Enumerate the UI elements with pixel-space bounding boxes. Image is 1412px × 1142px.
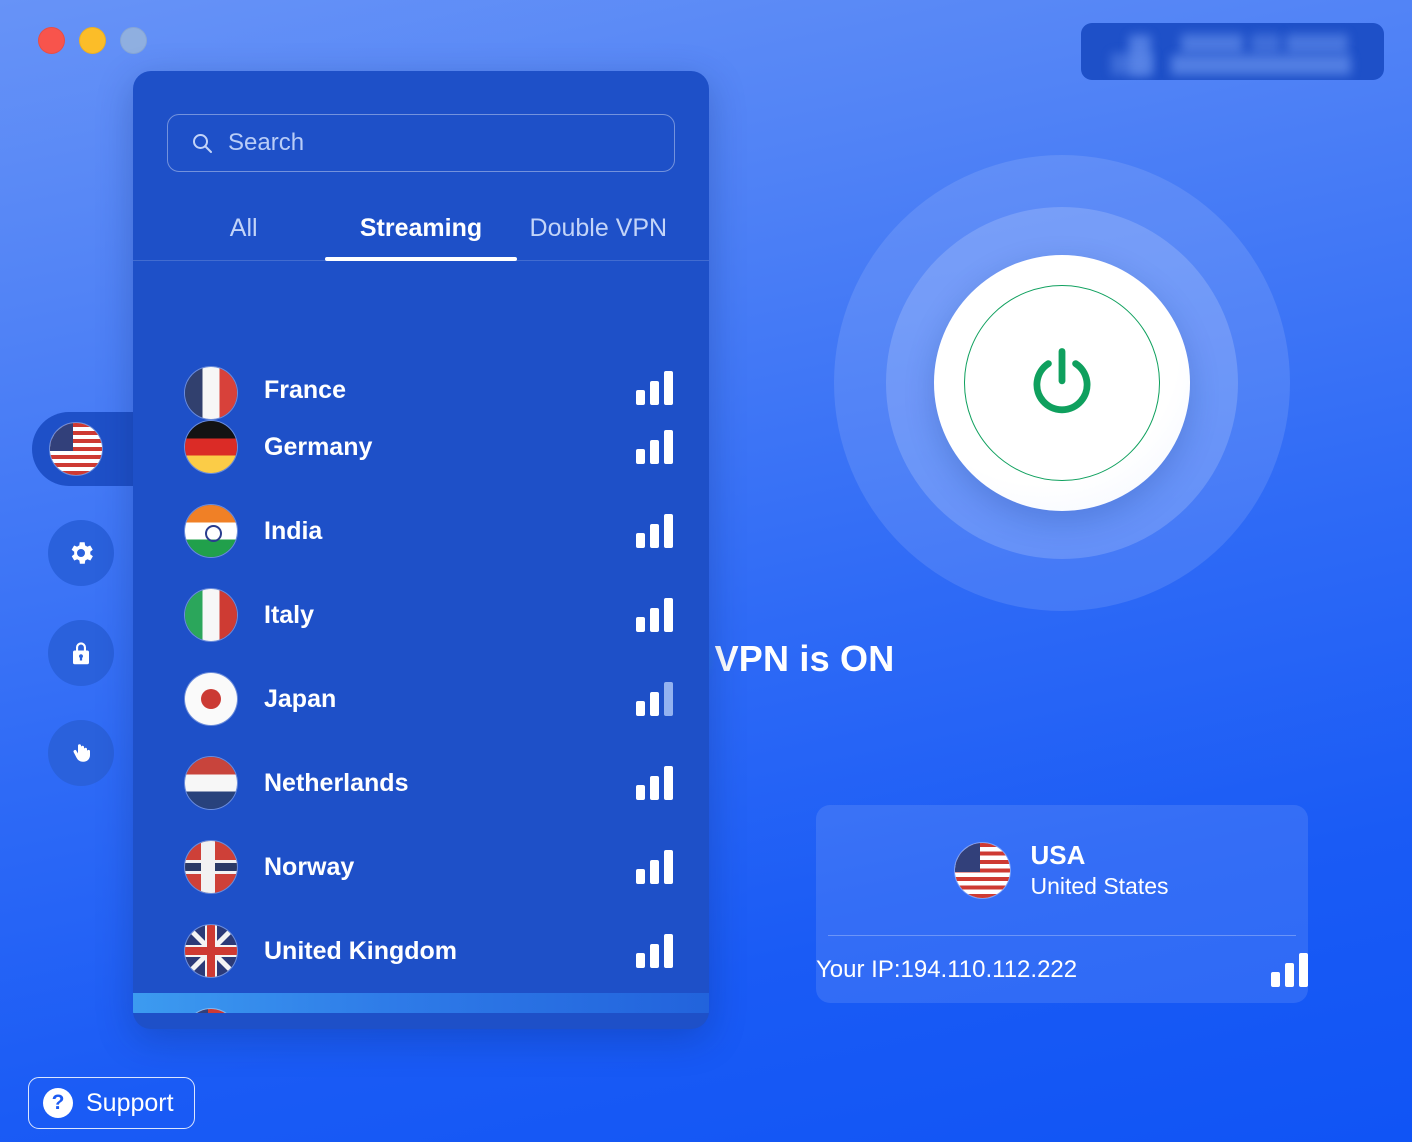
signal-strength-icon <box>636 371 673 405</box>
country-name: Norway <box>264 852 355 881</box>
united-states-flag-icon <box>185 1009 237 1013</box>
germany-flag-icon <box>185 421 237 473</box>
country-row-italy[interactable]: Italy <box>133 573 709 657</box>
signal-strength-icon <box>636 934 673 968</box>
country-row-netherlands[interactable]: Netherlands <box>133 741 709 825</box>
power-button-area <box>834 155 1290 611</box>
tab-double-vpn[interactable]: Double VPN <box>510 214 687 261</box>
country-name: Netherlands <box>264 768 409 797</box>
sidebar-item-settings[interactable] <box>48 520 114 586</box>
tab-all[interactable]: All <box>155 214 332 261</box>
search-area <box>133 71 709 172</box>
redaction-block <box>1111 53 1153 75</box>
signal-strength-icon <box>636 514 673 548</box>
tab-streaming[interactable]: Streaming <box>332 214 509 261</box>
redaction-block <box>1286 34 1348 54</box>
filter-tabs: All Streaming Double VPN <box>133 214 709 261</box>
sidebar-item-adblock[interactable] <box>48 720 114 786</box>
gear-icon <box>71 542 93 564</box>
window-controls <box>38 27 147 54</box>
power-icon <box>1033 348 1091 414</box>
usa-flag-icon <box>955 842 1011 898</box>
countries-panel: All Streaming Double VPN France Germany … <box>133 71 709 1029</box>
signal-strength-icon <box>636 682 673 716</box>
india-flag-icon <box>185 505 237 557</box>
japan-flag-icon <box>185 673 237 725</box>
status-text: VPN is ON <box>714 638 895 679</box>
country-row-united-states[interactable]: United States <box>133 993 709 1013</box>
connection-labels: USA United States <box>1030 839 1168 900</box>
country-row-united-kingdom[interactable]: United Kingdom <box>133 909 709 993</box>
signal-strength-icon <box>636 766 673 800</box>
maximize-window-button <box>120 27 147 54</box>
country-list[interactable]: France Germany India Italy Japan Netherl… <box>133 349 709 1013</box>
hand-icon <box>73 744 90 762</box>
lock-icon <box>73 642 89 665</box>
redaction-block <box>1171 55 1351 75</box>
country-row-france[interactable]: France <box>133 349 709 419</box>
connection-country-name: United States <box>1030 872 1169 899</box>
netherlands-flag-icon <box>185 757 237 809</box>
minimize-window-button[interactable] <box>79 27 106 54</box>
close-window-button[interactable] <box>38 27 65 54</box>
country-row-india[interactable]: India <box>133 489 709 573</box>
connection-location: USA United States <box>816 805 1308 935</box>
power-toggle-button[interactable] <box>934 255 1190 511</box>
country-name: France <box>264 376 346 404</box>
redaction-block <box>1181 34 1243 54</box>
country-name: Italy <box>264 600 315 629</box>
connection-ip-row: Your IP:194.110.112.222 <box>816 936 1308 1003</box>
italy-flag-icon <box>185 589 237 641</box>
support-button[interactable]: ? Support <box>28 1077 195 1129</box>
country-row-japan[interactable]: Japan <box>133 657 709 741</box>
sidebar-item-security[interactable] <box>48 620 114 686</box>
connection-country-code: USA <box>1030 840 1086 871</box>
account-badge-redacted[interactable] <box>1081 23 1384 80</box>
search-box[interactable] <box>167 114 675 172</box>
connection-info-card[interactable]: USA United States Your IP:194.110.112.22… <box>816 805 1308 1003</box>
signal-strength-icon <box>636 598 673 632</box>
ip-address-label: Your IP:194.110.112.222 <box>816 955 1078 983</box>
usa-flag-icon <box>50 423 102 475</box>
question-icon: ? <box>43 1088 73 1118</box>
united-kingdom-flag-icon <box>185 925 237 977</box>
country-name: Japan <box>264 684 337 713</box>
country-row-norway[interactable]: Norway <box>133 825 709 909</box>
power-ring <box>964 285 1160 481</box>
norway-flag-icon <box>185 841 237 893</box>
france-flag-icon <box>185 367 237 419</box>
support-label: Support <box>86 1088 174 1117</box>
search-input[interactable] <box>228 129 652 157</box>
signal-strength-icon <box>1271 952 1308 987</box>
country-name: United Kingdom <box>264 936 458 965</box>
signal-strength-icon <box>636 430 673 464</box>
redaction-block <box>1251 34 1281 54</box>
country-name: Germany <box>264 432 373 461</box>
search-icon <box>193 134 212 153</box>
country-name: India <box>264 516 323 545</box>
signal-strength-icon <box>636 850 673 884</box>
